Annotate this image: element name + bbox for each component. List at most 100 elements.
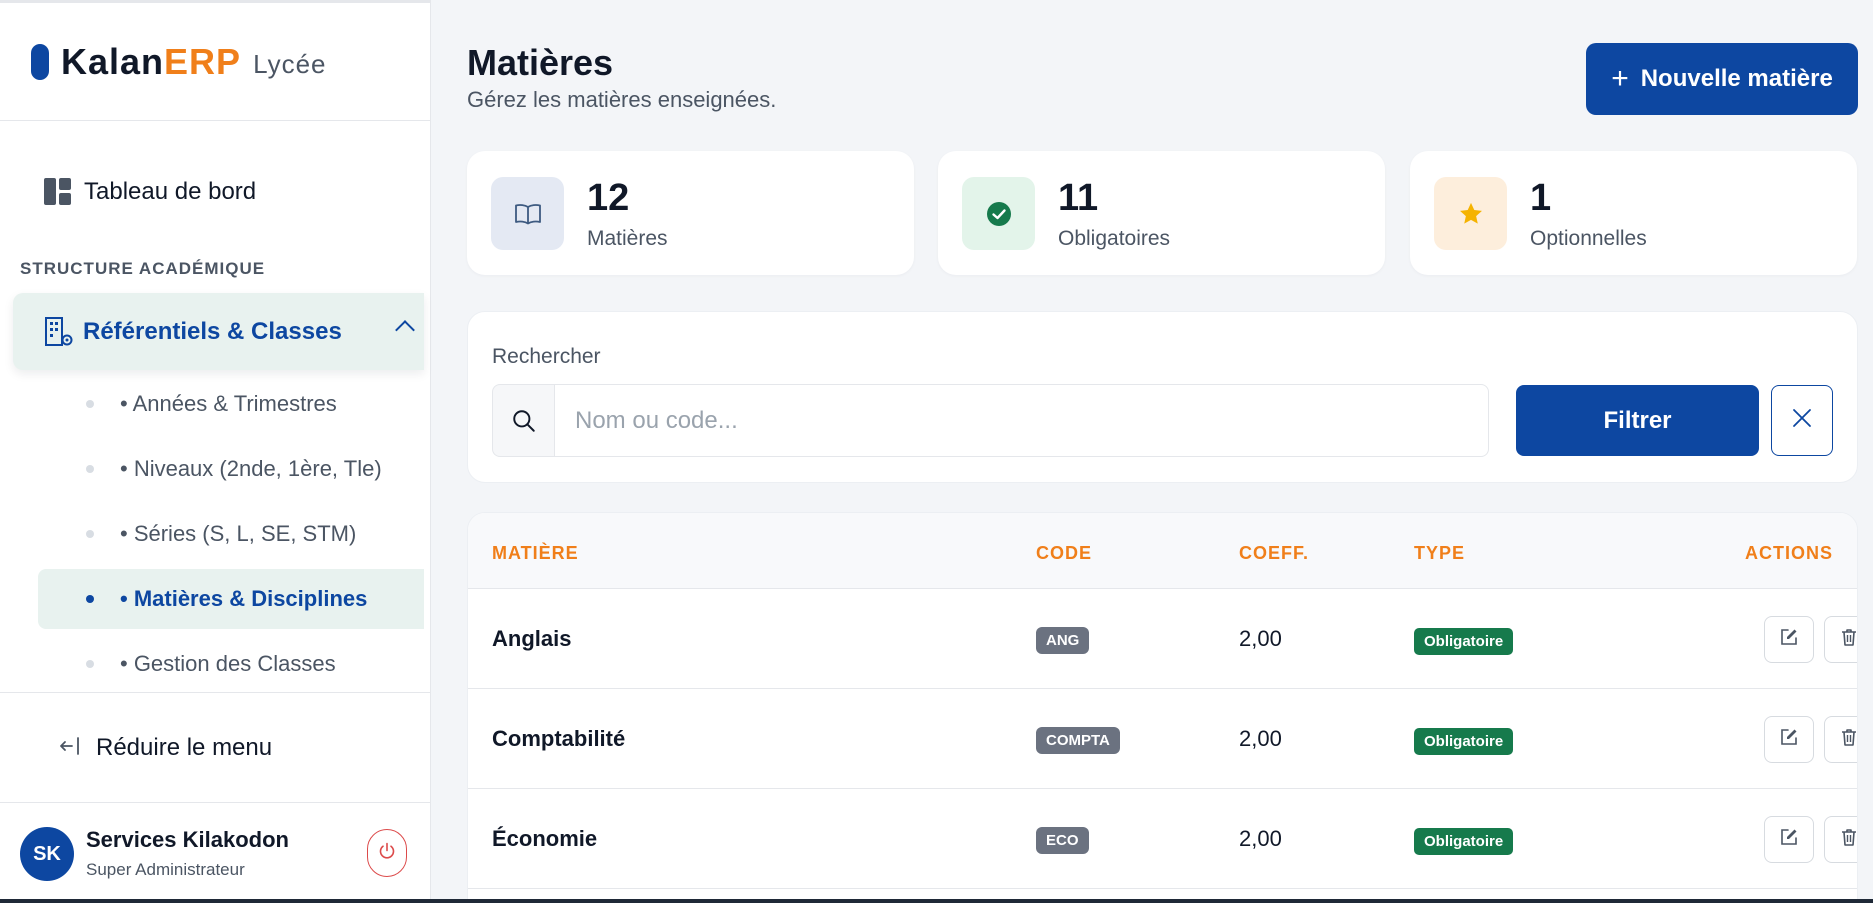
type-badge: Obligatoire bbox=[1414, 628, 1514, 655]
coefficient: 2,00 bbox=[1239, 726, 1282, 751]
brand-suffix: Lycée bbox=[253, 49, 327, 79]
subject-name: Économie bbox=[492, 826, 598, 851]
code-badge: ANG bbox=[1036, 627, 1090, 654]
page-title: Matières bbox=[467, 42, 614, 83]
code-badge: COMPTA bbox=[1036, 727, 1120, 754]
edit-button[interactable] bbox=[1764, 616, 1814, 663]
sidebar-item-dashboard[interactable]: Tableau de bord bbox=[44, 175, 256, 209]
user-role: Super Administrateur bbox=[86, 860, 245, 879]
code-badge: ECO bbox=[1036, 827, 1089, 854]
sidebar-item-matieres[interactable]: • Matières & Disciplines bbox=[38, 569, 424, 629]
collapse-left-icon bbox=[58, 734, 82, 763]
dashboard-icon bbox=[44, 178, 72, 206]
window-bottom-edge bbox=[0, 899, 1873, 903]
edit-button[interactable] bbox=[1764, 816, 1814, 863]
stat-value: 12 bbox=[587, 177, 630, 219]
trash-icon bbox=[1839, 627, 1857, 652]
stat-label: Matières bbox=[587, 227, 668, 250]
avatar[interactable]: SK bbox=[20, 827, 74, 881]
edit-icon bbox=[1779, 827, 1799, 852]
book-icon bbox=[491, 177, 564, 250]
collapse-menu-label: Réduire le menu bbox=[96, 734, 273, 761]
user-name: Services Kilakodon bbox=[86, 827, 289, 852]
subject-name: Comptabilité bbox=[492, 726, 626, 751]
edit-button[interactable] bbox=[1764, 716, 1814, 763]
delete-button[interactable] bbox=[1824, 716, 1857, 763]
bullet-icon bbox=[86, 595, 94, 603]
bullet-icon bbox=[86, 530, 94, 538]
logo-mark-icon bbox=[31, 43, 49, 80]
sidebar-group-label: Référentiels & Classes bbox=[83, 317, 342, 345]
main-content: Matières Gérez les matières enseignées. … bbox=[432, 0, 1873, 903]
column-header-actions: ACTIONS bbox=[1745, 543, 1833, 563]
brand-name-part1: Kalan bbox=[61, 40, 165, 82]
filter-button[interactable]: Filtrer bbox=[1516, 385, 1759, 456]
divider bbox=[0, 802, 431, 803]
bullet-icon bbox=[86, 465, 94, 473]
column-header-coeff[interactable]: COEFF. bbox=[1239, 543, 1309, 564]
sidebar-item-label: • Gestion des Classes bbox=[120, 651, 336, 676]
edit-icon bbox=[1779, 627, 1799, 652]
trash-icon bbox=[1839, 727, 1857, 752]
search-input[interactable] bbox=[554, 384, 1489, 457]
sidebar-section-title: STRUCTURE ACADÉMIQUE bbox=[20, 259, 266, 278]
sidebar-item-niveaux[interactable]: • Niveaux (2nde, 1ère, Tle) bbox=[38, 439, 424, 499]
bullet-icon bbox=[86, 660, 94, 668]
stat-label: Obligatoires bbox=[1058, 227, 1171, 250]
coefficient: 2,00 bbox=[1239, 626, 1282, 651]
sidebar-item-series[interactable]: • Séries (S, L, SE, STM) bbox=[38, 504, 424, 564]
sidebar-item-label: Tableau de bord bbox=[84, 178, 257, 205]
subject-name: Anglais bbox=[492, 626, 572, 651]
filter-panel: Rechercher Filtrer bbox=[467, 311, 1858, 483]
stat-card-optionnelles: 1 Optionnelles bbox=[1410, 151, 1857, 275]
divider bbox=[0, 692, 431, 693]
check-circle-icon bbox=[962, 177, 1035, 250]
stat-value: 11 bbox=[1058, 177, 1099, 219]
sidebar-item-label: • Séries (S, L, SE, STM) bbox=[120, 521, 357, 546]
table-row: Économie ECO 2,00 Obligatoire bbox=[468, 789, 1857, 889]
power-icon bbox=[377, 841, 397, 866]
bullet-icon bbox=[86, 400, 94, 408]
collapse-menu-button[interactable]: Réduire le menu bbox=[58, 731, 272, 765]
delete-button[interactable] bbox=[1824, 616, 1857, 663]
brand-logo[interactable]: KalanERP Lycée bbox=[0, 3, 430, 121]
delete-button[interactable] bbox=[1824, 816, 1857, 863]
edit-icon bbox=[1779, 727, 1799, 752]
sidebar-item-annees-trimestres[interactable]: • Années & Trimestres bbox=[38, 374, 424, 434]
sidebar: KalanERP Lycée Tableau de bord STRUCTURE… bbox=[0, 0, 431, 903]
clear-filter-button[interactable] bbox=[1771, 385, 1833, 456]
subjects-table: MATIÈRE CODE COEFF. TYPE ACTIONS Anglais… bbox=[467, 512, 1858, 903]
new-subject-button-label: Nouvelle matière bbox=[1640, 65, 1833, 92]
stat-label: Optionnelles bbox=[1530, 227, 1647, 250]
filter-button-label: Filtrer bbox=[1603, 406, 1672, 434]
column-header-type[interactable]: TYPE bbox=[1414, 543, 1465, 564]
sidebar-item-label: • Niveaux (2nde, 1ère, Tle) bbox=[120, 456, 382, 481]
type-badge: Obligatoire bbox=[1414, 728, 1514, 755]
sidebar-group-referentiels[interactable]: Référentiels & Classes bbox=[13, 293, 424, 370]
type-badge: Obligatoire bbox=[1414, 828, 1514, 855]
plus-icon: + bbox=[1611, 62, 1629, 95]
table-row: Comptabilité COMPTA 2,00 Obligatoire bbox=[468, 689, 1857, 789]
brand-name: KalanERP bbox=[61, 41, 241, 83]
sidebar-item-label: • Matières & Disciplines bbox=[120, 586, 368, 611]
stat-value: 1 bbox=[1530, 177, 1552, 219]
stat-card-obligatoires: 11 Obligatoires bbox=[938, 151, 1385, 275]
close-icon bbox=[1791, 407, 1813, 434]
search-label: Rechercher bbox=[492, 345, 601, 368]
stat-card-matieres: 12 Matières bbox=[467, 151, 914, 275]
table-header: MATIÈRE CODE COEFF. TYPE ACTIONS bbox=[468, 513, 1857, 589]
trash-icon bbox=[1839, 827, 1857, 852]
building-icon bbox=[45, 316, 73, 347]
search-icon bbox=[492, 384, 554, 457]
star-icon bbox=[1434, 177, 1507, 250]
chevron-up-icon bbox=[395, 320, 415, 340]
column-header-code[interactable]: CODE bbox=[1036, 543, 1092, 564]
new-subject-button[interactable]: + Nouvelle matière bbox=[1586, 43, 1858, 115]
coefficient: 2,00 bbox=[1239, 826, 1282, 851]
sidebar-item-label: • Années & Trimestres bbox=[120, 391, 337, 416]
column-header-matiere[interactable]: MATIÈRE bbox=[492, 543, 579, 564]
sidebar-item-gestion-classes[interactable]: • Gestion des Classes bbox=[38, 634, 424, 694]
table-row: Anglais ANG 2,00 Obligatoire bbox=[468, 589, 1857, 689]
logout-button[interactable] bbox=[367, 829, 407, 877]
brand-name-part2: ERP bbox=[164, 40, 242, 82]
